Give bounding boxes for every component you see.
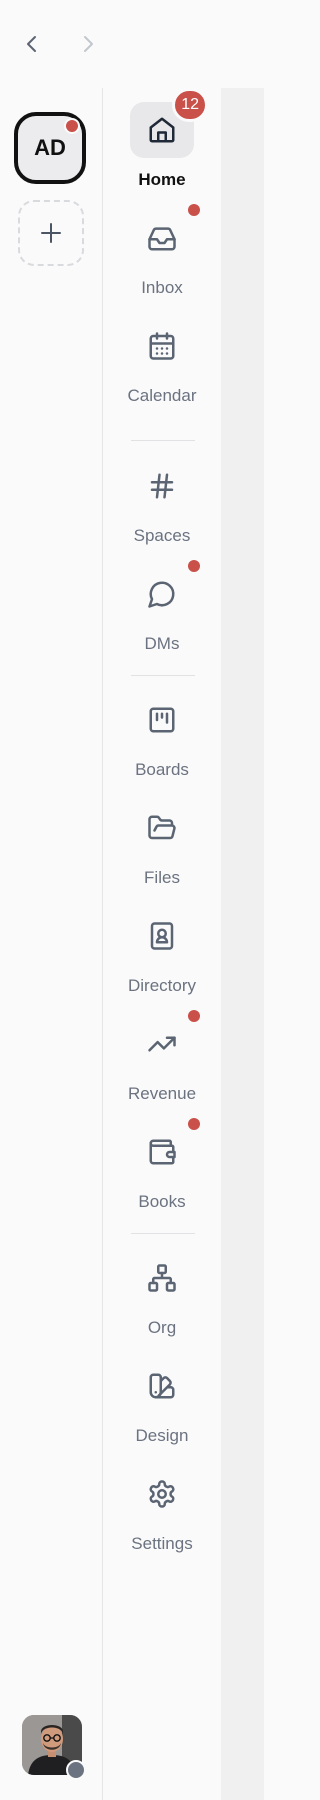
nav-item-revenue[interactable]: Revenue	[103, 1010, 221, 1104]
hash-icon	[150, 473, 174, 499]
nav-item-files[interactable]: Files	[103, 800, 221, 888]
kanban-icon	[149, 707, 175, 733]
org-icon-box	[130, 1250, 194, 1306]
contact-book-icon	[150, 922, 174, 950]
nav-label: Revenue	[127, 1084, 197, 1103]
wallet-icon	[149, 1139, 176, 1165]
nav-item-dms[interactable]: DMs	[103, 560, 221, 654]
nav-divider	[131, 1233, 195, 1234]
nav-label: Settings	[131, 1534, 193, 1553]
nav-label: Boards	[135, 760, 189, 779]
nav-label: Design	[135, 1426, 189, 1445]
notification-count-badge: 12	[172, 88, 208, 122]
nav-item-spaces[interactable]: Spaces	[103, 458, 221, 546]
folder-icon-box	[130, 800, 194, 856]
palette-icon	[149, 1373, 175, 1399]
calendar-icon	[149, 332, 175, 360]
directory-icon-box	[130, 908, 194, 964]
unread-dot	[188, 1010, 200, 1022]
unread-dot	[188, 560, 200, 572]
nav-label: Calendar	[127, 386, 197, 405]
workspace-notification-dot	[64, 118, 80, 134]
revenue-icon-box	[130, 1010, 200, 1072]
nav-item-directory[interactable]: Directory	[103, 908, 221, 996]
nav-item-calendar[interactable]: Calendar	[103, 318, 221, 406]
nav-item-org[interactable]: Org	[103, 1250, 221, 1338]
calendar-icon-box	[130, 318, 194, 374]
message-icon-box	[130, 560, 200, 622]
main-content-area	[221, 88, 264, 1800]
nav-divider	[131, 675, 195, 676]
nav-label: DMs	[144, 634, 180, 653]
hash-icon-box	[130, 458, 194, 514]
message-circle-icon	[148, 581, 175, 608]
nav-item-home[interactable]: 12 Home	[103, 88, 221, 190]
nav-label: Books	[138, 1192, 186, 1211]
nav-item-boards[interactable]: Boards	[103, 692, 221, 780]
top-bar	[0, 0, 264, 89]
nav-label: Spaces	[133, 526, 191, 545]
inbox-icon	[148, 227, 176, 251]
wallet-icon-box	[130, 1118, 200, 1180]
nav-item-design[interactable]: Design	[103, 1358, 221, 1446]
folder-open-icon	[148, 815, 176, 840]
forward-button[interactable]	[76, 30, 100, 58]
nav-item-books[interactable]: Books	[103, 1118, 221, 1212]
nav-label: Inbox	[141, 278, 183, 297]
nav-label: Home	[138, 170, 186, 189]
add-workspace-button[interactable]	[18, 200, 84, 266]
nav-item-settings[interactable]: Settings	[103, 1466, 221, 1554]
design-icon-box	[130, 1358, 194, 1414]
chevron-right-icon	[84, 36, 93, 52]
inbox-icon-box	[130, 204, 200, 266]
presence-status-dot	[66, 1760, 86, 1780]
home-icon	[149, 117, 175, 143]
plus-icon	[41, 223, 61, 243]
nav-label: Files	[144, 868, 180, 887]
gear-icon	[149, 1480, 175, 1508]
home-icon-box: 12	[130, 88, 208, 158]
kanban-icon-box	[130, 692, 194, 748]
workspace-initials: AD	[34, 135, 66, 160]
nav-label: Directory	[127, 976, 196, 995]
nav-divider	[131, 440, 195, 441]
back-button[interactable]	[20, 30, 44, 58]
workspace-switcher[interactable]: AD	[14, 112, 86, 184]
org-chart-icon	[148, 1264, 176, 1292]
unread-dot	[188, 1118, 200, 1130]
main-nav: 12 Home Inbox Calendar Spaces DMs Boards…	[103, 88, 221, 1800]
nav-label: Org	[147, 1318, 177, 1337]
settings-icon-box	[130, 1466, 194, 1522]
chevron-left-icon	[27, 36, 36, 52]
nav-item-inbox[interactable]: Inbox	[103, 204, 221, 298]
trending-up-icon	[148, 1036, 176, 1052]
workspace-rail: AD	[0, 88, 103, 1800]
unread-dot	[188, 204, 200, 216]
